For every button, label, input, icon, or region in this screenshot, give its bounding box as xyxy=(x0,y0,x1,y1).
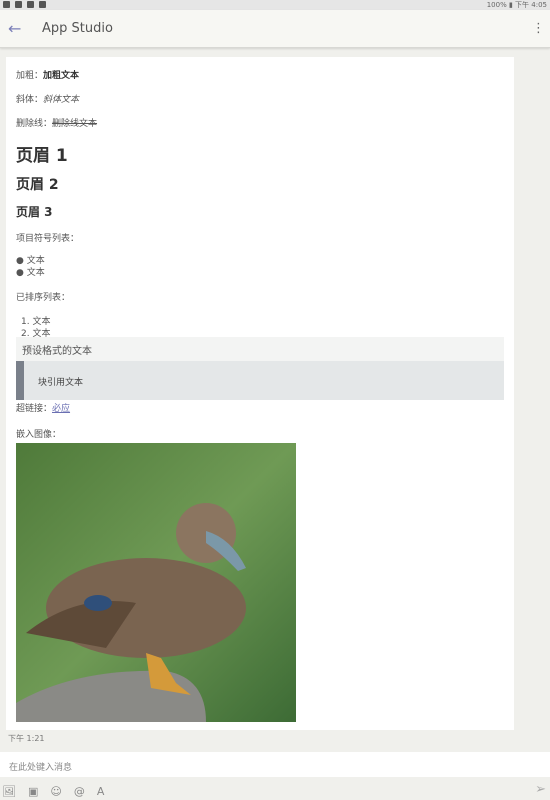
bullet-item: ● 文本 xyxy=(16,268,45,278)
send-icon[interactable]: ➢ xyxy=(535,782,546,797)
emoji-icon[interactable]: ☺ xyxy=(50,785,61,798)
status-bar: 100% ▮ 下午 4:05 xyxy=(0,0,550,10)
blockquote: 块引用文本 xyxy=(16,361,504,400)
message-card: 加粗：加粗文本 斜体：斜体文本 删除线：删除线文本 页眉 1 页眉 2 页眉 3… xyxy=(6,57,514,730)
heading-3: 页眉 3 xyxy=(16,205,53,219)
italic-row: 斜体：斜体文本 xyxy=(16,95,80,105)
compose-toolbar: 🖼 ▣ ☺ @ A xyxy=(0,783,550,799)
link-row: 超链接：必应 xyxy=(16,404,71,414)
battery-level: 100% xyxy=(486,1,507,9)
gif-icon[interactable]: ▣ xyxy=(28,785,38,798)
bullet-label: 项目符号列表： xyxy=(16,234,80,244)
bold-row: 加粗：加粗文本 xyxy=(16,71,80,81)
mention-icon[interactable]: @ xyxy=(74,785,85,798)
more-options-icon[interactable]: ⋮ xyxy=(532,21,545,36)
image-label: 嵌入图像： xyxy=(16,430,62,440)
hyperlink[interactable]: 必应 xyxy=(52,404,70,414)
ordered-label: 已排序列表： xyxy=(16,293,71,303)
app-bar: ← App Studio ⋮ xyxy=(0,10,550,48)
message-input[interactable]: 在此处键入消息 xyxy=(0,752,550,777)
strike-row: 删除线：删除线文本 xyxy=(16,119,98,129)
back-arrow-icon[interactable]: ← xyxy=(8,19,42,38)
format-icon[interactable]: A xyxy=(97,785,105,798)
duck-image[interactable] xyxy=(16,443,296,722)
status-time: 下午 4:05 xyxy=(515,1,547,9)
preformatted-text: 预设格式的文本 xyxy=(16,337,504,361)
message-timestamp: 下午 1:21 xyxy=(8,734,45,743)
image-icon[interactable]: 🖼 xyxy=(2,785,16,798)
heading-2: 页眉 2 xyxy=(16,177,59,193)
heading-1: 页眉 1 xyxy=(16,146,68,166)
app-title: App Studio xyxy=(42,21,113,36)
